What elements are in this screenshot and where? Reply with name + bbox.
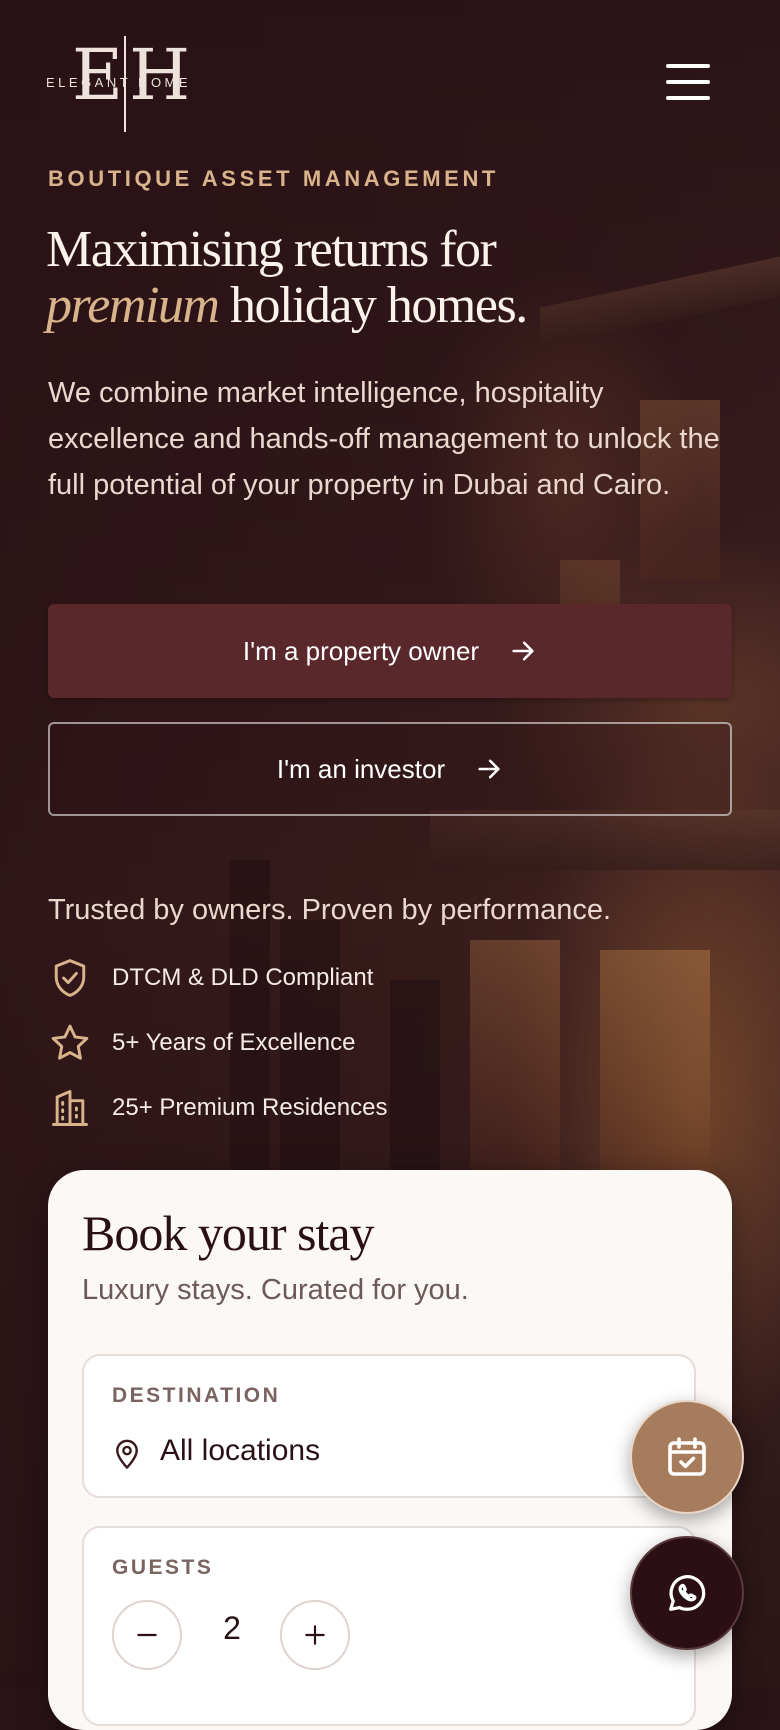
booking-subtitle: Luxury stays. Curated for you. (82, 1274, 469, 1306)
shield-check-icon (54, 959, 86, 997)
investor-button-label: I'm an investor (276, 753, 446, 784)
whatsapp-button[interactable] (630, 1536, 744, 1650)
guests-label: GUESTS (112, 1556, 214, 1579)
destination-label: DESTINATION (112, 1384, 281, 1407)
trust-item-label: DTCM & DLD Compliant (112, 964, 374, 991)
minus-icon (137, 1633, 157, 1637)
menu-icon[interactable] (666, 64, 710, 100)
hero-description: We combine market intelligence, hospital… (48, 377, 720, 501)
hero-eyebrow: BOUTIQUE ASSET MANAGEMENT (48, 166, 499, 191)
trust-item-residences: 25+ Premium Residences (48, 1086, 387, 1130)
arrow-right-icon (478, 759, 500, 779)
trust-item-experience: 5+ Years of Excellence (48, 1021, 356, 1065)
building-icon (52, 1090, 88, 1126)
destination-select[interactable]: DESTINATION All locations (82, 1354, 696, 1498)
plus-icon (305, 1625, 325, 1645)
headline-emphasis: premium (46, 277, 220, 334)
booking-title: Book your stay (82, 1205, 375, 1261)
hero-headline: Maximising returns for premium holiday h… (46, 221, 528, 334)
star-icon (51, 1024, 89, 1060)
location-pin-icon (116, 1439, 138, 1469)
brand-logo[interactable]: EH ELEGANT HOME (46, 34, 216, 134)
investor-button[interactable]: I'm an investor (48, 722, 732, 816)
guests-count: 2 (223, 1610, 241, 1646)
guests-field: GUESTS 2 (82, 1526, 696, 1726)
trust-item-label: 25+ Premium Residences (112, 1094, 388, 1121)
headline-line1: Maximising returns for (46, 221, 497, 278)
calendar-check-icon (668, 1437, 706, 1476)
calendar-booking-button[interactable] (630, 1400, 744, 1514)
trust-item-label: 5+ Years of Excellence (112, 1029, 356, 1056)
headline-rest: holiday homes. (218, 277, 528, 334)
arrow-right-icon (512, 641, 534, 661)
property-owner-button[interactable]: I'm a property owner (48, 604, 732, 698)
decrease-guests-button[interactable] (112, 1600, 182, 1670)
trust-item-compliance: DTCM & DLD Compliant (48, 956, 373, 1000)
trust-heading: Trusted by owners. Proven by performance… (48, 894, 612, 926)
property-owner-button-label: I'm a property owner (242, 635, 480, 666)
logo-wordmark: ELEGANT HOME (46, 75, 192, 90)
increase-guests-button[interactable] (280, 1600, 350, 1670)
whatsapp-icon (669, 1575, 706, 1611)
destination-value: All locations (160, 1434, 321, 1467)
